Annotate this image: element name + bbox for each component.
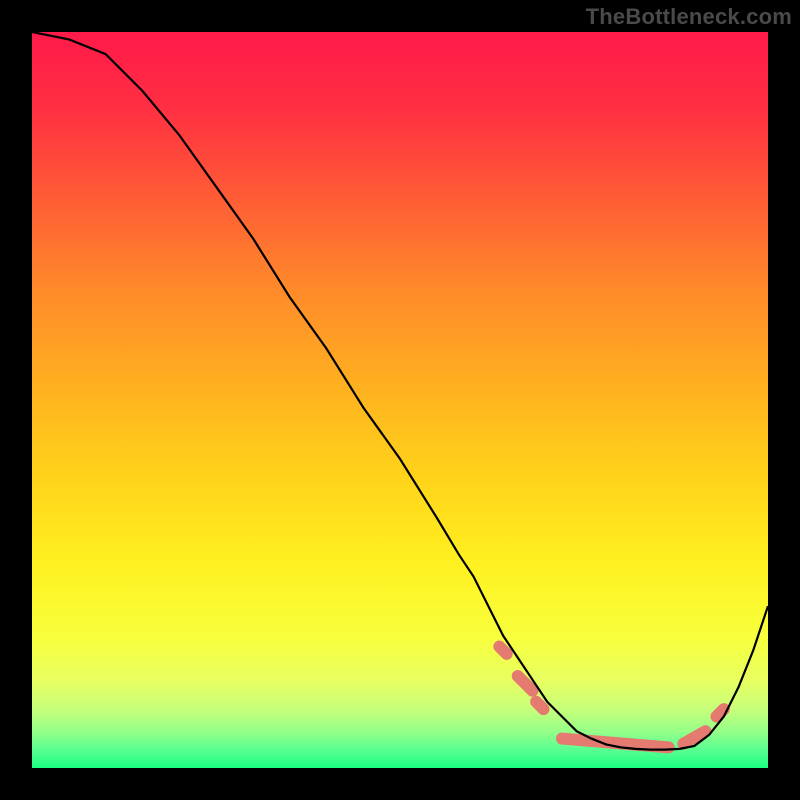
segment-dot (499, 647, 506, 654)
chart-svg (32, 32, 768, 768)
segment-rdot (716, 709, 723, 716)
chart-canvas: TheBottleneck.com (0, 0, 800, 800)
watermark-text: TheBottleneck.com (586, 4, 792, 30)
segment-dot2 (536, 702, 543, 709)
plot-background (32, 32, 768, 768)
